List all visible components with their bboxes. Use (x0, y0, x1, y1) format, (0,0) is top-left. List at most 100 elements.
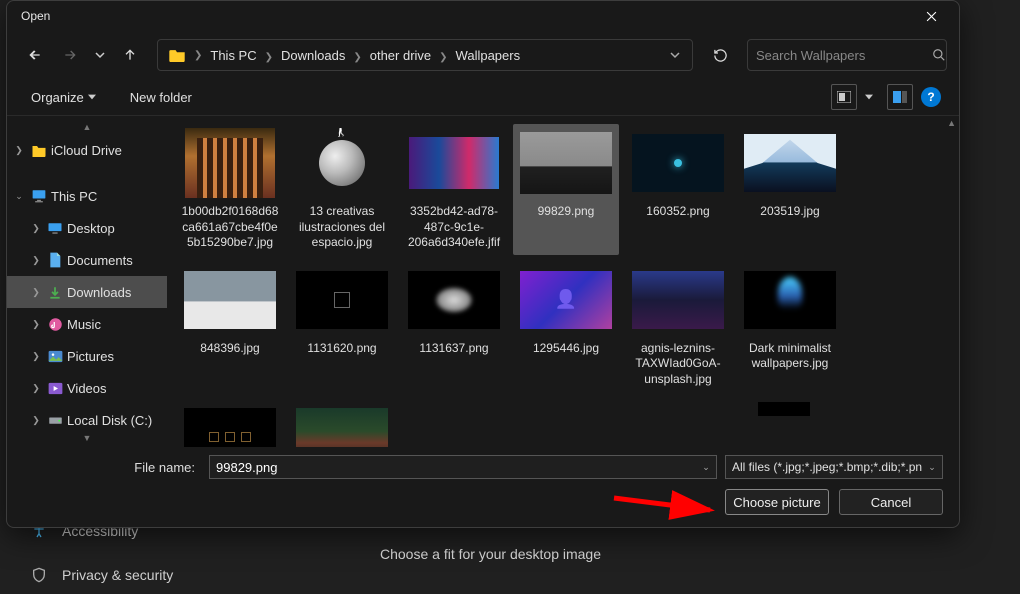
file-name-label: File name: (31, 460, 201, 475)
file-name-label: agnis-leznins-TAXWIad0GoA-unsplash.jpg (627, 341, 729, 388)
file-item[interactable]: Dark minimalist wallpapers.jpg (737, 261, 843, 392)
file-item[interactable]: 13 creativas ilustraciones del espacio.j… (289, 124, 395, 255)
music-icon (45, 317, 65, 332)
monitor-icon (29, 189, 49, 203)
breadcrumb-segment[interactable]: other drive (364, 48, 437, 63)
file-thumbnail (738, 402, 830, 416)
chevron-right-icon[interactable]: ❯ (29, 223, 43, 234)
chevron-right-icon[interactable]: ❯ (29, 383, 43, 394)
chevron-down-icon[interactable]: ⌄ (11, 191, 27, 202)
file-thumbnail (184, 402, 276, 447)
new-folder-button[interactable]: New folder (124, 86, 198, 109)
sidebar-label: Pictures (67, 349, 114, 364)
breadcrumb-segment[interactable]: Wallpapers (450, 48, 527, 63)
file-name-label: Dark minimalist wallpapers.jpg (739, 341, 841, 372)
filter-dropdown[interactable]: ⌄ (922, 462, 942, 473)
file-thumbnail (744, 265, 836, 335)
file-item[interactable]: dark-minimal-scenery-4k-xj.jpg (177, 398, 283, 447)
sidebar-scroll-down[interactable]: ▼ (7, 431, 167, 445)
folder-icon (168, 48, 186, 62)
file-item[interactable]: 1131637.png (401, 261, 507, 392)
chevron-right-icon[interactable]: ❯ (29, 351, 43, 362)
view-dropdown-icon[interactable] (865, 93, 873, 101)
sidebar-item-pictures[interactable]: ❯ Pictures (7, 340, 167, 372)
file-thumbnail (632, 128, 724, 198)
file-type-filter[interactable]: All files (*.jpg;*.jpeg;*.bmp;*.dib;*.pn… (725, 455, 943, 479)
breadcrumb-segment[interactable]: Downloads (275, 48, 351, 63)
file-item[interactable]: 99829.png (513, 124, 619, 255)
sidebar-item-music[interactable]: ❯Music (7, 308, 167, 340)
file-item[interactable]: 160352.png (625, 124, 731, 255)
recent-dropdown[interactable] (91, 40, 109, 70)
forward-button[interactable] (55, 40, 85, 70)
sidebar-item-downloads[interactable]: ❯Downloads (7, 276, 167, 308)
sidebar-label: This PC (51, 189, 97, 204)
sidebar-item-videos[interactable]: ❯ Videos (7, 372, 167, 404)
documents-icon (45, 252, 65, 268)
chevron-right-icon[interactable]: ❯ (192, 50, 204, 61)
file-name-label: 1131620.png (307, 341, 376, 357)
back-button[interactable] (19, 40, 49, 70)
view-mode-button[interactable] (831, 84, 857, 110)
chevron-right-icon[interactable]: ❯ (29, 319, 43, 330)
file-item[interactable]: 1b00db2f0168d68ca661a67cbe4f0e5b15290be7… (177, 124, 283, 255)
refresh-button[interactable] (705, 40, 735, 70)
open-dialog: Open ❯ This PC❯Downloads❯other drive❯Wal… (6, 0, 960, 528)
file-thumbnail (632, 265, 724, 335)
file-pane[interactable]: ▲ 1b00db2f0168d68ca661a67cbe4f0e5b15290b… (167, 116, 959, 447)
file-thumbnail (408, 128, 500, 198)
file-item[interactable]: dmitry-zaviyalov-japanese-village-12.jpg (289, 398, 395, 447)
file-item[interactable]: agnis-leznins-TAXWIad0GoA-unsplash.jpg (625, 261, 731, 392)
file-item[interactable]: 1295446.jpg (513, 261, 619, 392)
file-thumbnail (296, 128, 388, 198)
sidebar-label: Videos (67, 381, 107, 396)
cancel-button[interactable]: Cancel (839, 489, 943, 515)
sidebar-item-documents[interactable]: ❯Documents (7, 244, 167, 276)
file-item[interactable]: 3352bd42-ad78-487c-9c1e-206a6d340efe.jfi… (401, 124, 507, 255)
file-name-label: 160352.png (646, 204, 709, 220)
help-button[interactable]: ? (921, 87, 941, 107)
sidebar-label: Desktop (67, 221, 115, 236)
fit-label: Choose a fit for your desktop image (380, 546, 601, 562)
file-item[interactable]: 203519.jpg (737, 124, 843, 255)
titlebar: Open (7, 1, 959, 31)
shield-icon (30, 567, 48, 583)
sidebar-item-desktop[interactable]: ❯ Desktop (7, 212, 167, 244)
search-input[interactable] (756, 48, 932, 63)
file-name-label: 3352bd42-ad78-487c-9c1e-206a6d340efe.jfi… (403, 204, 505, 251)
file-thumbnail (296, 402, 388, 447)
chevron-right-icon[interactable]: ❯ (29, 255, 43, 266)
content-scroll-up[interactable]: ▲ (947, 118, 956, 128)
file-name-dropdown[interactable]: ⌄ (696, 462, 716, 473)
choose-picture-button[interactable]: Choose picture (725, 489, 829, 515)
breadcrumb-segment[interactable]: This PC (204, 48, 262, 63)
chevron-right-icon[interactable]: ❯ (29, 287, 43, 298)
sidebar-scroll-up[interactable]: ▲ (7, 120, 167, 134)
search-box[interactable] (747, 39, 947, 71)
chevron-right-icon[interactable]: ❯ (11, 145, 27, 156)
settings-privacy-row[interactable]: Privacy & security (30, 558, 1020, 592)
chevron-right-icon[interactable]: ❯ (29, 415, 43, 426)
file-item[interactable]: 1131620.png (289, 261, 395, 392)
file-item[interactable] (731, 398, 837, 426)
breadcrumb-dropdown[interactable] (662, 50, 688, 60)
chevron-right-icon[interactable]: ❯ (29, 447, 43, 448)
file-thumbnail (520, 128, 612, 198)
close-button[interactable] (911, 2, 951, 30)
preview-pane-button[interactable] (887, 84, 913, 110)
sidebar-item-icloud[interactable]: ❯ iCloud Drive (7, 134, 167, 166)
file-item[interactable]: 848396.jpg (177, 261, 283, 392)
sidebar-label: iCloud Drive (51, 143, 122, 158)
file-name-label: 1b00db2f0168d68ca661a67cbe4f0e5b15290be7… (179, 204, 281, 251)
disk-icon (45, 445, 65, 447)
file-name-label: 1131637.png (419, 341, 488, 357)
file-name-input[interactable] (210, 460, 696, 475)
organize-menu[interactable]: Organize (25, 86, 102, 109)
file-name-label: 99829.png (538, 204, 595, 220)
dialog-title: Open (15, 9, 911, 23)
file-name-field[interactable]: ⌄ (209, 455, 717, 479)
sidebar-item-this-pc[interactable]: ⌄ This PC (7, 180, 167, 212)
up-button[interactable] (115, 40, 145, 70)
breadcrumb-bar[interactable]: ❯ This PC❯Downloads❯other drive❯Wallpape… (157, 39, 693, 71)
file-thumbnail (520, 265, 612, 335)
